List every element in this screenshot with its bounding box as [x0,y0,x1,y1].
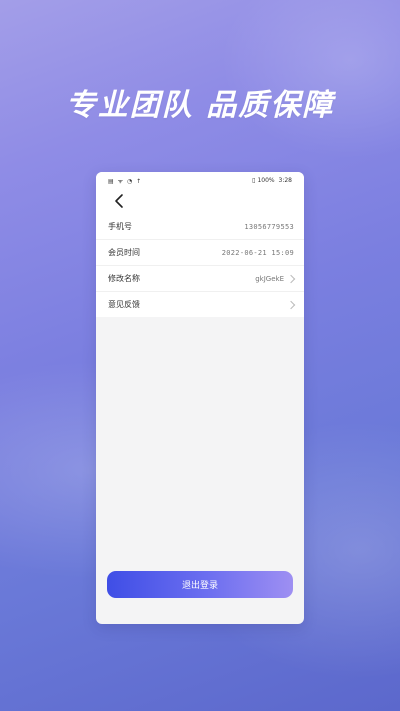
row-label: 手机号 [108,222,132,231]
chevron-right-icon [286,300,296,309]
battery-level: 100% [257,177,275,184]
status-right: ▯ 100% 3:28 [250,177,292,184]
promo-background: 专业团队 品质保障 ▤ ᯤ ◔ ↑ ▯ 100% 3:28 手机号 1305677… [0,0,400,711]
nav-bar [96,188,304,214]
chevron-right-icon [286,274,296,283]
battery-icon: ▯ [252,177,256,184]
status-time: 3:28 [278,177,292,184]
profile-list: 手机号 13056779553 会员时间 2022-06-21 15:09 修改… [96,214,304,317]
row-label: 意见反馈 [108,300,140,309]
row-label: 会员时间 [108,248,140,257]
status-icons: ▤ ᯤ ◔ ↑ [108,178,143,185]
back-arrow-icon[interactable] [110,191,130,211]
username-value: gkJGekE [255,274,284,283]
row-edit-name[interactable]: 修改名称 gkJGekE [96,266,304,292]
row-phone-number: 手机号 13056779553 [96,214,304,240]
phone-screen: ▤ ᯤ ◔ ↑ ▯ 100% 3:28 手机号 13056779553 会员时间 … [96,172,304,624]
phone-number-value: 13056779553 [244,222,294,231]
logout-button[interactable]: 退出登录 [107,571,293,598]
membership-time-value: 2022-06-21 15:09 [221,248,294,257]
promo-headline: 专业团队 品质保障 [65,88,335,123]
row-feedback[interactable]: 意见反馈 [96,292,304,317]
status-bar: ▤ ᯤ ◔ ↑ ▯ 100% 3:28 [96,172,304,188]
row-membership-time: 会员时间 2022-06-21 15:09 [96,240,304,266]
row-label: 修改名称 [108,274,140,283]
